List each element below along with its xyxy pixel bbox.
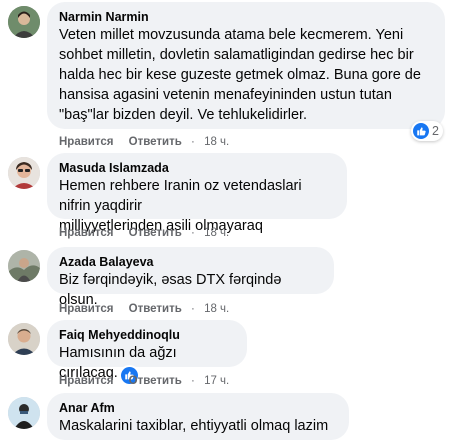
comment-author[interactable]: Anar Afm: [59, 400, 337, 416]
comment-time[interactable]: 18 ч.: [204, 303, 229, 315]
comment-bubble: Narmin Narmin Veten millet movzusunda at…: [47, 2, 445, 129]
reply-button[interactable]: Ответить: [129, 227, 182, 239]
like-button[interactable]: Нравится: [59, 375, 113, 387]
comment-text: Maskalarini taxiblar, ehtiyyatli olmaq l…: [59, 418, 329, 434]
comment-author[interactable]: Azada Balayeva: [59, 254, 322, 270]
comment-bubble: Azada Balayeva Biz fərqindəyik, əsas DTX…: [47, 247, 334, 308]
avatar[interactable]: [8, 250, 40, 282]
comment-text: Veten millet movzusunda atama bele kecme…: [59, 27, 421, 123]
like-button[interactable]: Нравится: [59, 136, 113, 148]
comment-actions: Нравится Ответить · 17 ч.: [59, 374, 241, 388]
comment-bubble: Faiq Mehyeddinoqlu Hamısının da ağzı cır…: [47, 320, 247, 384]
comment-time[interactable]: 17 ч.: [204, 375, 229, 387]
reply-button[interactable]: Ответить: [129, 136, 182, 148]
comment-actions: Нравится Ответить · 18 ч.: [59, 135, 241, 149]
separator: ·: [191, 375, 195, 387]
comment-actions: Нравится Ответить · 18 ч.: [59, 226, 241, 240]
reply-button[interactable]: Ответить: [129, 303, 182, 315]
separator: ·: [191, 227, 195, 239]
separator: ·: [191, 303, 195, 315]
reaction-count-value: 2: [432, 124, 439, 138]
like-button[interactable]: Нравится: [59, 303, 113, 315]
comment-time[interactable]: 18 ч.: [204, 227, 229, 239]
comment-bubble: Anar Afm Maskalarini taxiblar, ehtiyyatl…: [47, 393, 349, 440]
comment-actions: Нравится Ответить · 18 ч.: [59, 302, 241, 316]
avatar[interactable]: [8, 397, 40, 429]
comment-bubble: Masuda Islamzada Hemen rehbere Iranin oz…: [47, 153, 347, 234]
comment-author[interactable]: Faiq Mehyeddinoqlu: [59, 327, 235, 343]
comment-author[interactable]: Narmin Narmin: [59, 9, 433, 25]
separator: ·: [191, 136, 195, 148]
reply-button[interactable]: Ответить: [129, 375, 182, 387]
like-icon: [413, 123, 429, 139]
avatar[interactable]: [8, 157, 40, 189]
avatar[interactable]: [8, 6, 40, 38]
avatar[interactable]: [8, 323, 40, 355]
reaction-count[interactable]: 2: [411, 121, 443, 141]
comment-author[interactable]: Masuda Islamzada: [59, 160, 335, 176]
comment-time[interactable]: 18 ч.: [204, 136, 229, 148]
like-button[interactable]: Нравится: [59, 227, 113, 239]
